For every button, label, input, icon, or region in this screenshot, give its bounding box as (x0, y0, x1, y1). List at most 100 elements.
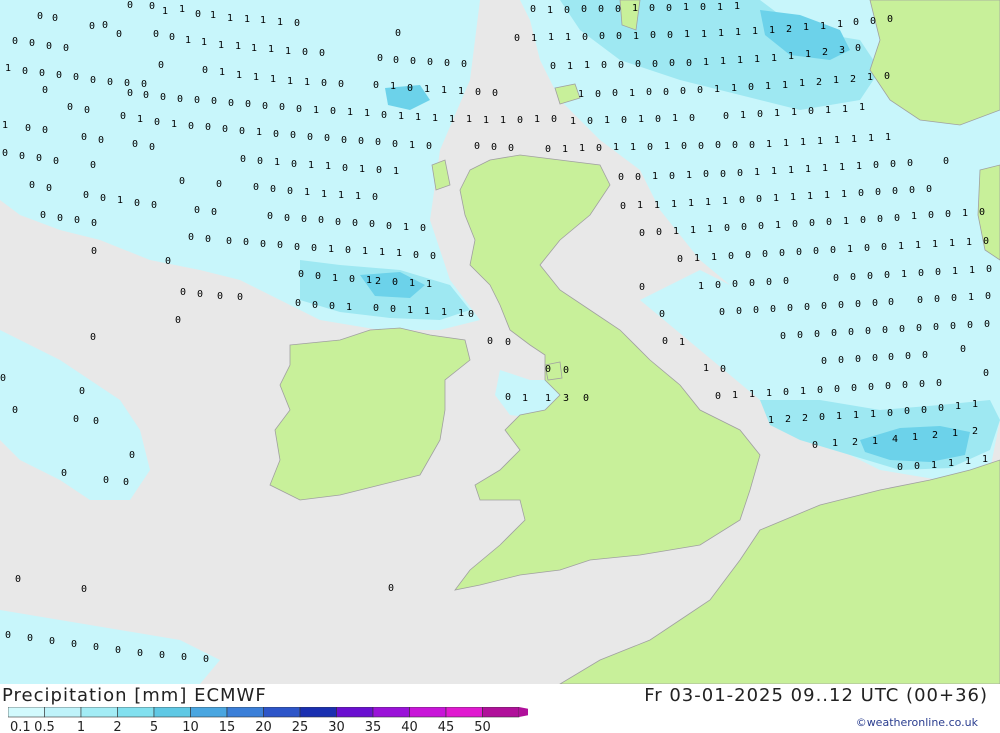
credit-link[interactable]: ©weatheronline.co.uk (856, 716, 978, 729)
precip-value-label: 1 (788, 165, 794, 176)
precip-value-label: 0 (635, 59, 641, 70)
precip-value-label: 0 (372, 192, 378, 203)
precip-value-label: 0 (595, 89, 601, 100)
precip-value-label: 1 (409, 278, 415, 289)
precip-value-label: 0 (90, 160, 96, 171)
precip-value-label: 0 (63, 43, 69, 54)
precip-value-label: 0 (647, 142, 653, 153)
precip-value-label: 0 (649, 3, 655, 14)
precip-value-label: 0 (618, 60, 624, 71)
precip-value-label: 1 (717, 2, 723, 13)
precip-value-label: 0 (102, 20, 108, 31)
precip-value-label: 1 (366, 275, 372, 286)
precip-value-label: 1 (825, 105, 831, 116)
precip-value-label: 0 (851, 383, 857, 394)
precip-value-label: 0 (960, 344, 966, 355)
precip-value-label: 1 (613, 142, 619, 153)
precip-value-label: 1 (791, 107, 797, 118)
precip-value-label: 0 (766, 277, 772, 288)
precip-value-label: 1 (304, 77, 310, 88)
precip-value-label: 1 (260, 15, 266, 26)
precip-value-label: 0 (46, 41, 52, 52)
precip-value-label: 0 (748, 82, 754, 93)
precip-value-label: 1 (898, 241, 904, 252)
precip-value-label: 1 (500, 115, 506, 126)
precip-value-label: 1 (982, 454, 988, 465)
legend-label: 5 (150, 720, 158, 733)
precip-value-label: 0 (143, 90, 149, 101)
precip-value-label: 0 (177, 94, 183, 105)
precip-value-label: 1 (274, 157, 280, 168)
precip-value-label: 0 (116, 29, 122, 40)
precip-value-label: 1 (672, 113, 678, 124)
precip-value-label: 0 (260, 239, 266, 250)
precip-value-label: 0 (865, 326, 871, 337)
precip-value-label: 0 (783, 387, 789, 398)
precip-value-label: 1 (851, 134, 857, 145)
precip-value-label: 0 (719, 307, 725, 318)
precip-value-label: 0 (868, 382, 874, 393)
precip-value-label: 1 (805, 49, 811, 60)
precip-value-label: 0 (689, 113, 695, 124)
precip-value-label: 1 (690, 225, 696, 236)
precip-value-label: 0 (5, 630, 11, 641)
precip-value-label: 0 (134, 198, 140, 209)
precip-value-label: 0 (853, 17, 859, 28)
precip-value-label: 0 (29, 180, 35, 191)
precip-value-label: 0 (324, 133, 330, 144)
precip-value-label: 0 (919, 379, 925, 390)
precip-value-label: 1 (179, 4, 185, 15)
precip-value-label: 0 (67, 102, 73, 113)
precip-value-label: 0 (426, 141, 432, 152)
precip-value-label: 0 (57, 213, 63, 224)
precip-value-label: 1 (277, 17, 283, 28)
precip-value-label: 1 (325, 161, 331, 172)
legend-label: 50 (474, 720, 491, 733)
precip-value-label: 0 (188, 121, 194, 132)
precip-value-label: 0 (115, 645, 121, 656)
precip-value-label: 1 (671, 199, 677, 210)
precip-value-label: 1 (652, 171, 658, 182)
precip-value-label: 0 (151, 200, 157, 211)
precip-value-label: 0 (885, 381, 891, 392)
precip-value-label: 1 (694, 253, 700, 264)
precip-value-label: 0 (703, 169, 709, 180)
precip-value-label: 0 (639, 228, 645, 239)
precip-value-label: 1 (911, 211, 917, 222)
legend-label: 35 (365, 720, 382, 733)
precip-value-label: 0 (253, 182, 259, 193)
precip-value-label: 1 (567, 61, 573, 72)
precipitation-legend: 0.1 0.5 1 2 5 10 15 20 25 30 35 40 45 50 (8, 707, 528, 733)
precip-value-label: 0 (601, 60, 607, 71)
precip-value-label: 1 (579, 143, 585, 154)
precip-value-label: 1 (328, 244, 334, 255)
precip-value-label: 0 (821, 356, 827, 367)
precip-value-label: 1 (219, 67, 225, 78)
precip-value-label: 0 (888, 297, 894, 308)
precip-value-label: 1 (711, 252, 717, 263)
precip-value-label: 0 (315, 271, 321, 282)
precip-value-label: 0 (812, 440, 818, 451)
precip-value-label: 0 (12, 405, 18, 416)
precip-value-label: 0 (756, 194, 762, 205)
precip-value-label: 1 (834, 135, 840, 146)
precip-value-label: 1 (638, 114, 644, 125)
precip-value-label: 1 (822, 163, 828, 174)
precip-value-label: 0 (967, 320, 973, 331)
precip-value-label: 0 (639, 282, 645, 293)
precip-value-label: 0 (42, 125, 48, 136)
precip-value-label: 0 (352, 218, 358, 229)
precip-value-label: 0 (804, 302, 810, 313)
precip-value-label: 0 (127, 0, 133, 11)
precip-value-label: 1 (703, 57, 709, 68)
precip-value-label: 1 (362, 246, 368, 257)
precip-value-label: 0 (335, 217, 341, 228)
precip-value-label: 1 (432, 113, 438, 124)
precip-value-label: 0 (936, 378, 942, 389)
precip-value-label: 0 (870, 16, 876, 27)
precip-value-label: 0 (615, 4, 621, 15)
precip-value-label: 0 (736, 306, 742, 317)
precip-value-label: 0 (19, 151, 25, 162)
legend-swatch (336, 707, 374, 718)
precip-value-label: 1 (403, 222, 409, 233)
